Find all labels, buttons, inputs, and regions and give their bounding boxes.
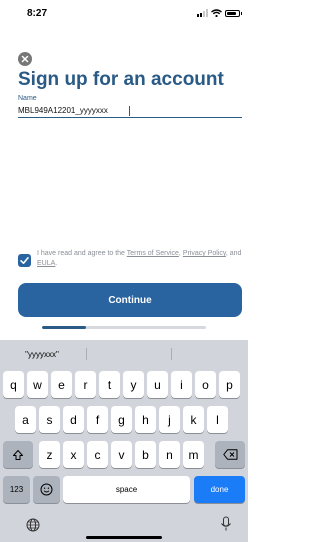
key-x[interactable]: x (63, 441, 84, 468)
key-b[interactable]: b (135, 441, 156, 468)
agree-checkbox[interactable] (18, 254, 31, 267)
progress-fill (42, 326, 87, 329)
key-p[interactable]: p (219, 371, 240, 398)
agreement-row: I have read and agree to the Terms of Se… (18, 249, 243, 271)
done-key[interactable]: done (194, 476, 245, 503)
numbers-key[interactable]: 123 (3, 476, 30, 503)
wifi-icon (211, 9, 222, 17)
key-v[interactable]: v (111, 441, 132, 468)
status-icons (197, 9, 242, 17)
key-d[interactable]: d (63, 406, 84, 433)
emoji-key[interactable] (33, 476, 60, 503)
shift-key[interactable] (3, 441, 33, 468)
agreement-suffix: . (55, 260, 58, 267)
key-k[interactable]: k (183, 406, 204, 433)
key-h[interactable]: h (135, 406, 156, 433)
key-o[interactable]: o (195, 371, 216, 398)
close-button[interactable] (18, 52, 32, 66)
home-indicator (86, 536, 162, 539)
space-key[interactable]: space (63, 476, 190, 503)
privacy-policy-link[interactable]: Privacy Policy (183, 250, 226, 257)
checkmark-icon (20, 257, 29, 264)
key-n[interactable]: n (159, 441, 180, 468)
name-label: Name (18, 95, 37, 102)
suggestion-divider (86, 348, 87, 360)
key-l[interactable]: l (207, 406, 228, 433)
eula-link[interactable]: EULA (37, 260, 55, 267)
delete-key[interactable] (215, 441, 245, 468)
agreement-and: , and (225, 250, 242, 257)
text-cursor (129, 106, 130, 116)
key-u[interactable]: u (147, 371, 168, 398)
terms-of-service-link[interactable]: Terms of Service (127, 250, 179, 257)
agreement-text: I have read and agree to the Terms of Se… (37, 249, 247, 269)
name-input[interactable] (18, 104, 242, 118)
key-j[interactable]: j (159, 406, 180, 433)
key-s[interactable]: s (39, 406, 60, 433)
delete-icon (222, 449, 237, 460)
key-w[interactable]: w (27, 371, 48, 398)
progress-track (42, 326, 206, 329)
signal-icon (197, 9, 208, 17)
globe-icon[interactable] (26, 518, 40, 532)
key-c[interactable]: c (87, 441, 108, 468)
key-f[interactable]: f (87, 406, 108, 433)
key-t[interactable]: t (99, 371, 120, 398)
key-m[interactable]: m (183, 441, 204, 468)
suggestion-2[interactable] (88, 346, 168, 362)
close-icon (21, 55, 29, 63)
microphone-icon[interactable] (220, 516, 232, 532)
keyboard: "yyyyxxx" q w e r t y u i o p a s d f g … (0, 340, 248, 542)
key-q[interactable]: q (3, 371, 24, 398)
key-y[interactable]: y (123, 371, 144, 398)
key-r[interactable]: r (75, 371, 96, 398)
key-i[interactable]: i (171, 371, 192, 398)
key-e[interactable]: e (51, 371, 72, 398)
continue-button[interactable]: Continue (18, 283, 242, 317)
suggestion-bar: "yyyyxxx" (0, 340, 248, 368)
emoji-icon (40, 483, 53, 496)
shift-icon (13, 449, 23, 460)
suggestion-1[interactable]: "yyyyxxx" (4, 346, 80, 362)
status-bar: 8:27 (0, 0, 248, 34)
suggestion-3[interactable] (172, 346, 244, 362)
key-g[interactable]: g (111, 406, 132, 433)
key-a[interactable]: a (15, 406, 36, 433)
page-title: Sign up for an account (18, 69, 224, 90)
key-z[interactable]: z (39, 441, 60, 468)
status-time: 8:27 (27, 8, 48, 19)
agreement-separator: , (178, 250, 181, 257)
agreement-prefix: I have read and agree to the (37, 250, 127, 257)
battery-icon (225, 9, 242, 17)
